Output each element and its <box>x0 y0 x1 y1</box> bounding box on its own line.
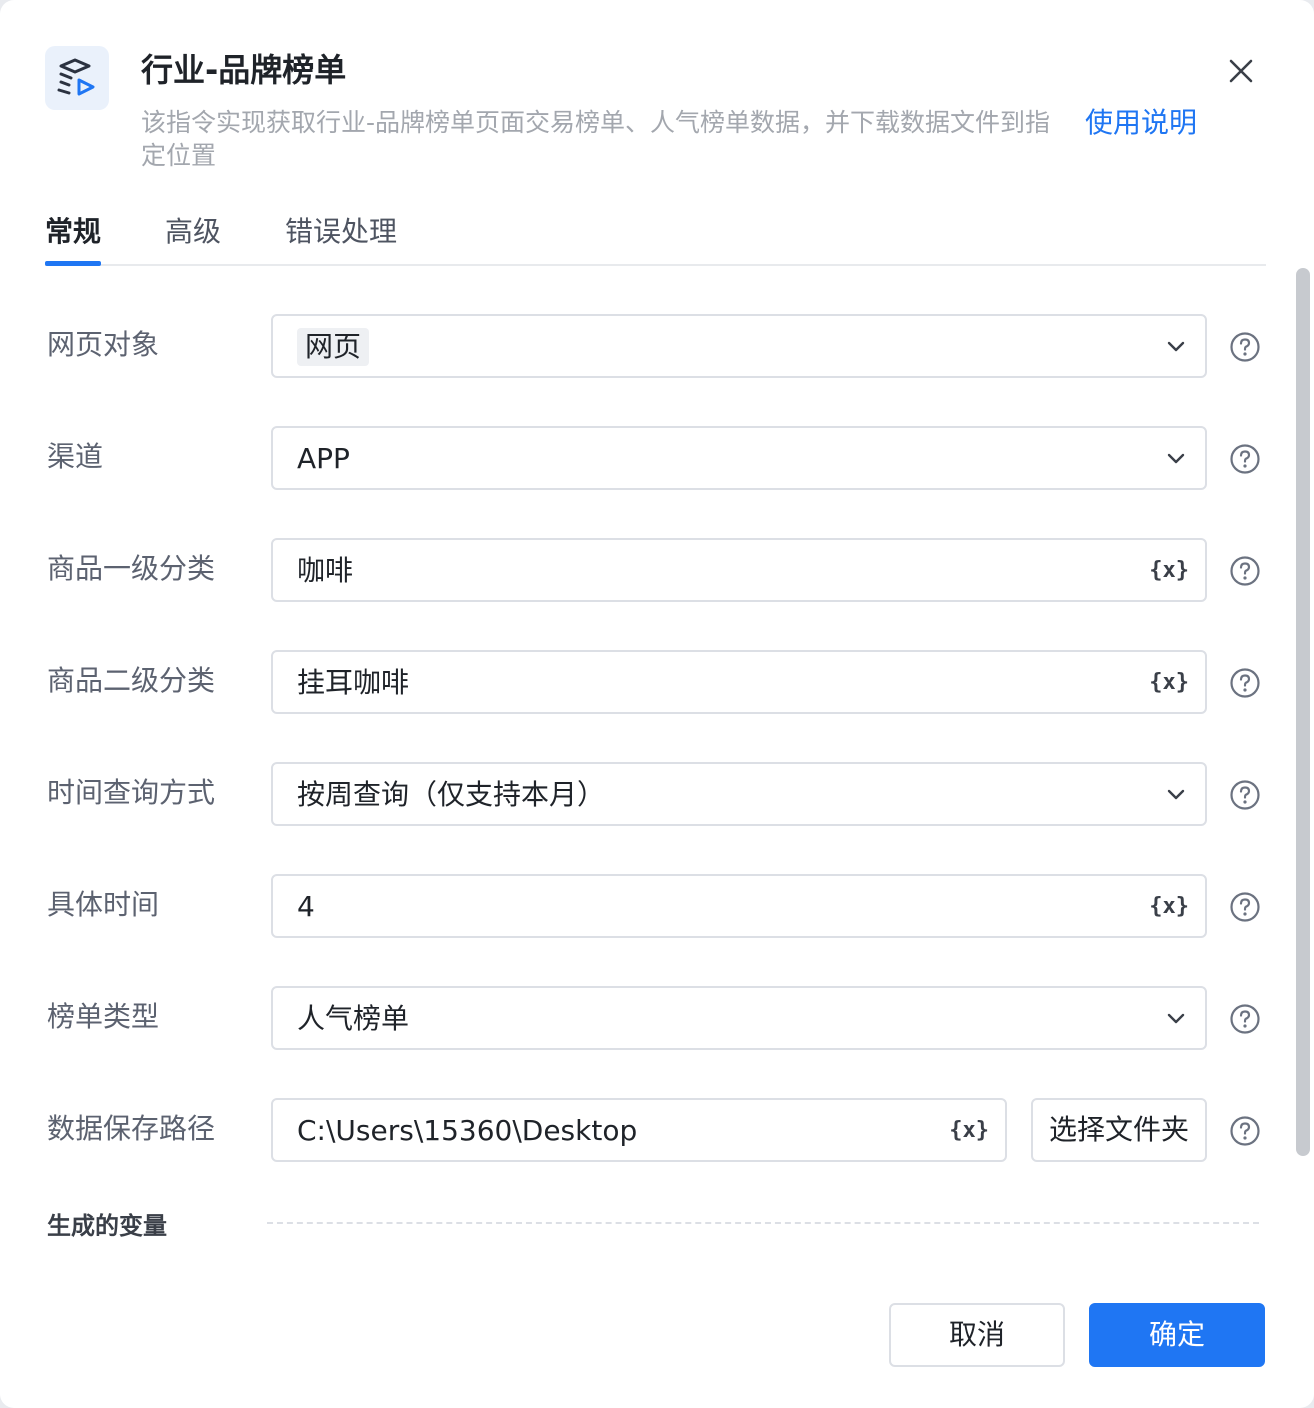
specific-time-input[interactable]: 4 {x} <box>271 874 1207 938</box>
ranking-type-value: 人气榜单 <box>297 1002 410 1035</box>
category-l2-label: 商品二级分类 <box>47 664 216 697</box>
workflow-icon <box>45 46 109 110</box>
variable-icon[interactable]: {x} <box>1149 668 1189 698</box>
category-l1-input[interactable]: 咖啡 {x} <box>271 538 1207 602</box>
chevron-down-icon[interactable] <box>1163 334 1189 360</box>
ranking-type-select[interactable]: 人气榜单 <box>271 986 1207 1050</box>
chevron-down-icon[interactable] <box>1163 782 1189 808</box>
generated-variables-title: 生成的变量 <box>47 1212 167 1240</box>
web-object-select[interactable]: 网页 <box>271 314 1207 378</box>
variable-icon[interactable]: {x} <box>1149 892 1189 922</box>
dialog-title: 行业-品牌榜单 <box>141 51 347 89</box>
category-l2-value: 挂耳咖啡 <box>297 666 410 699</box>
row-specific-time: 具体时间 4 {x} <box>0 874 1314 938</box>
help-icon[interactable] <box>1229 443 1261 475</box>
tab-advanced[interactable]: 高级 <box>165 213 221 251</box>
specific-time-label: 具体时间 <box>47 888 160 921</box>
variable-icon[interactable]: {x} <box>949 1116 989 1146</box>
time-query-mode-select[interactable]: 按周查询（仅支持本月） <box>271 762 1207 826</box>
row-category-l2: 商品二级分类 挂耳咖啡 {x} <box>0 650 1314 714</box>
help-icon[interactable] <box>1229 779 1261 811</box>
save-path-label: 数据保存路径 <box>47 1112 216 1145</box>
save-path-input[interactable]: C:\Users\15360\Desktop {x} <box>271 1098 1007 1162</box>
close-icon <box>1229 59 1253 83</box>
web-object-label: 网页对象 <box>47 328 160 361</box>
help-icon[interactable] <box>1229 331 1261 363</box>
row-ranking-type: 榜单类型 人气榜单 <box>0 986 1314 1050</box>
close-button[interactable] <box>1224 54 1258 88</box>
help-link[interactable]: 使用说明 <box>1085 104 1197 142</box>
row-category-l1: 商品一级分类 咖啡 {x} <box>0 538 1314 602</box>
web-object-tag: 网页 <box>297 328 370 366</box>
chevron-down-icon[interactable] <box>1163 446 1189 472</box>
dialog-description: 该指令实现获取行业-品牌榜单页面交易榜单、人气榜单数据，并下载数据文件到指定位置 <box>141 108 1051 170</box>
help-icon[interactable] <box>1229 1115 1261 1147</box>
category-l1-value: 咖啡 <box>297 554 354 587</box>
confirm-button[interactable]: 确定 <box>1089 1303 1265 1367</box>
specific-time-value: 4 <box>297 890 315 923</box>
tab-error-handling[interactable]: 错误处理 <box>285 213 397 251</box>
row-web-object: 网页对象 网页 <box>0 314 1314 378</box>
category-l2-input[interactable]: 挂耳咖啡 {x} <box>271 650 1207 714</box>
channel-label: 渠道 <box>47 440 104 473</box>
category-l1-label: 商品一级分类 <box>47 552 216 585</box>
tab-active-indicator <box>45 261 101 266</box>
scrollbar[interactable] <box>1296 268 1310 1156</box>
ranking-type-label: 榜单类型 <box>47 1000 160 1033</box>
section-divider <box>267 1222 1259 1224</box>
help-icon[interactable] <box>1229 1003 1261 1035</box>
variable-icon[interactable]: {x} <box>1149 556 1189 586</box>
help-icon[interactable] <box>1229 667 1261 699</box>
select-folder-button[interactable]: 选择文件夹 <box>1031 1098 1207 1162</box>
save-path-value: C:\Users\15360\Desktop <box>297 1114 638 1147</box>
time-query-mode-label: 时间查询方式 <box>47 776 216 809</box>
tab-general[interactable]: 常规 <box>45 213 102 266</box>
tab-general-label: 常规 <box>45 215 102 248</box>
row-time-query-mode: 时间查询方式 按周查询（仅支持本月） <box>0 762 1314 826</box>
channel-select[interactable]: APP <box>271 426 1207 490</box>
row-channel: 渠道 APP <box>0 426 1314 490</box>
help-icon[interactable] <box>1229 555 1261 587</box>
tab-bar: 常规 高级 错误处理 <box>45 205 1266 266</box>
dialog: 行业-品牌榜单 该指令实现获取行业-品牌榜单页面交易榜单、人气榜单数据，并下载数… <box>0 0 1314 1408</box>
cancel-button[interactable]: 取消 <box>889 1303 1065 1367</box>
chevron-down-icon[interactable] <box>1163 1006 1189 1032</box>
row-save-path: 数据保存路径 C:\Users\15360\Desktop {x} 选择文件夹 <box>0 1098 1314 1162</box>
channel-value: APP <box>297 442 350 475</box>
help-icon[interactable] <box>1229 891 1261 923</box>
time-query-mode-value: 按周查询（仅支持本月） <box>297 778 606 811</box>
